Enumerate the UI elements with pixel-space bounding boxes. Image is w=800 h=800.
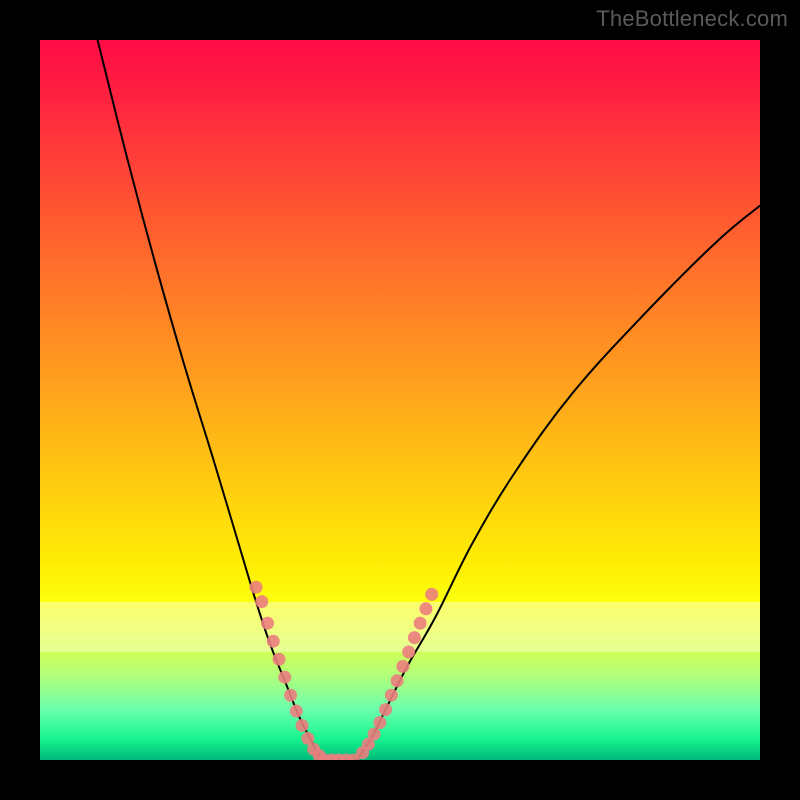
trough-marker <box>267 635 280 648</box>
bottleneck-curve <box>98 40 760 760</box>
watermark-text: TheBottleneck.com <box>596 6 788 32</box>
trough-marker <box>414 617 427 630</box>
trough-marker <box>273 653 286 666</box>
trough-marker <box>425 588 438 601</box>
trough-marker <box>278 671 291 684</box>
trough-marker <box>385 689 398 702</box>
trough-marker <box>296 719 309 732</box>
trough-marker <box>368 728 381 741</box>
trough-marker <box>250 581 263 594</box>
trough-marker <box>284 689 297 702</box>
curve-layer <box>40 40 760 760</box>
trough-marker <box>391 674 404 687</box>
trough-marker <box>396 660 409 673</box>
trough-marker <box>419 602 432 615</box>
chart-frame: TheBottleneck.com <box>0 0 800 800</box>
trough-marker <box>255 595 268 608</box>
trough-marker <box>402 646 415 659</box>
trough-marker <box>290 705 303 718</box>
plot-area <box>40 40 760 760</box>
trough-marker <box>408 631 421 644</box>
trough-marker <box>379 703 392 716</box>
trough-marker <box>373 716 386 729</box>
trough-marker <box>261 617 274 630</box>
